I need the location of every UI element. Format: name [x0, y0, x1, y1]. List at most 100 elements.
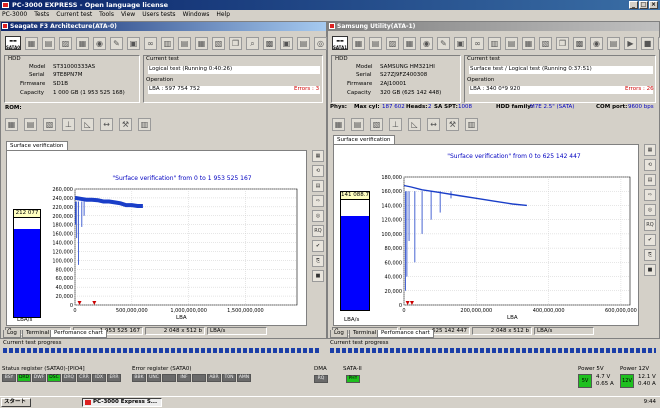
- r-param-icon[interactable]: ▧: [539, 36, 552, 50]
- eye-icon[interactable]: ◎: [314, 36, 327, 50]
- map-icon[interactable]: ▦: [76, 36, 89, 50]
- grid-icon[interactable]: ▦: [195, 36, 208, 50]
- menu-item-6[interactable]: Windows: [183, 10, 210, 20]
- tab-log-right[interactable]: Log: [330, 330, 348, 338]
- close-button[interactable]: ×: [649, 1, 658, 9]
- start-test-icon[interactable]: ▦: [25, 36, 38, 50]
- r-side-x-icon[interactable]: ⎘: [644, 249, 656, 261]
- r-side-start-icon[interactable]: ▦: [644, 144, 656, 156]
- menu-item-5[interactable]: Users tests: [142, 10, 175, 20]
- r-chart-bars-icon[interactable]: ⊥: [389, 117, 402, 131]
- tab-perfchart-left[interactable]: Perfomance chart: [50, 330, 107, 338]
- r-map-icon[interactable]: ▦: [403, 36, 416, 50]
- param-icon[interactable]: ▧: [212, 36, 225, 50]
- r-side-reset-icon[interactable]: ⟲: [644, 159, 656, 171]
- menu-item-7[interactable]: Help: [216, 10, 230, 20]
- r-stop-icon[interactable]: ■: [641, 36, 654, 50]
- hdd-group-label-right: HDD: [335, 56, 348, 62]
- range-icon[interactable]: ↔: [100, 117, 113, 131]
- disk-icon[interactable]: ◉: [93, 36, 106, 50]
- tab-terminal-left[interactable]: Terminal: [22, 330, 54, 338]
- r-disk2-icon[interactable]: ◉: [590, 36, 603, 50]
- side-rq-icon[interactable]: RQ: [312, 225, 324, 237]
- r-start-icon[interactable]: ▦: [352, 36, 365, 50]
- surface-map-icon[interactable]: ▦: [5, 117, 18, 131]
- maximize-button[interactable]: □: [639, 1, 648, 9]
- power12-button[interactable]: 12V: [620, 374, 634, 388]
- r-copy-icon[interactable]: ❐: [556, 36, 569, 50]
- table-icon[interactable]: ▤: [178, 36, 191, 50]
- side-stop-icon[interactable]: ■: [312, 270, 324, 282]
- taskbar-task[interactable]: PC-3000 Express S...: [82, 398, 162, 407]
- r-disk-icon[interactable]: ◉: [420, 36, 433, 50]
- side-arrow-icon[interactable]: ⇨: [312, 195, 324, 207]
- r-side-ok-icon[interactable]: ✔: [644, 234, 656, 246]
- r-tools-icon[interactable]: ⚒: [446, 117, 459, 131]
- tool-icon[interactable]: ✎: [110, 36, 123, 50]
- r-table-icon[interactable]: ▤: [505, 36, 518, 50]
- tools-icon[interactable]: ⚒: [119, 117, 132, 131]
- menu-item-0[interactable]: PC-3000: [2, 10, 27, 20]
- r-cpu-icon[interactable]: ▩: [573, 36, 586, 50]
- r-surface-save-icon[interactable]: ▤: [351, 117, 364, 131]
- r-tool-icon[interactable]: ✎: [437, 36, 450, 50]
- r-chart-slope-icon[interactable]: ◺: [408, 117, 421, 131]
- sata-port-icon[interactable]: ▬▬ SATA0: [5, 36, 21, 50]
- stack-icon[interactable]: ▤: [297, 36, 310, 50]
- chart-bars-icon[interactable]: ⊥: [62, 117, 75, 131]
- right-panel-title[interactable]: Samsung Utility(ATA-1): [328, 22, 659, 31]
- info-icon[interactable]: ▨: [59, 36, 72, 50]
- config-icon[interactable]: ▥: [161, 36, 174, 50]
- r-layers-icon[interactable]: ▤: [607, 36, 620, 50]
- side-eye-icon[interactable]: ◎: [312, 210, 324, 222]
- chip-icon[interactable]: ▩: [263, 36, 276, 50]
- left-panel-title[interactable]: Seagate F3 Architecture(ATA-0): [1, 22, 326, 31]
- binoc-icon[interactable]: ∞: [144, 36, 157, 50]
- r-print-icon[interactable]: ▣: [454, 36, 467, 50]
- led-blank-2: [162, 374, 176, 382]
- r-surface-info-icon[interactable]: ▧: [370, 117, 383, 131]
- r-side-eye-icon[interactable]: ◎: [644, 204, 656, 216]
- r-play-icon[interactable]: ▶: [624, 36, 637, 50]
- r-surface-map-icon[interactable]: ▦: [332, 117, 345, 131]
- print-icon[interactable]: ▣: [127, 36, 140, 50]
- tab-surface-verification-right[interactable]: Surface verification: [333, 135, 395, 144]
- side-ok-icon[interactable]: ✔: [312, 240, 324, 252]
- side-reset-icon[interactable]: ⟲: [312, 165, 324, 177]
- save-icon[interactable]: ▤: [42, 36, 55, 50]
- r-binoc-icon[interactable]: ∞: [471, 36, 484, 50]
- menu-item-3[interactable]: Tools: [99, 10, 114, 20]
- r-side-rq-icon[interactable]: RQ: [644, 219, 656, 231]
- search-icon[interactable]: ⌕: [246, 36, 259, 50]
- copy-icon[interactable]: ❐: [229, 36, 242, 50]
- tab-surface-verification[interactable]: Surface verification: [6, 141, 68, 150]
- start-button[interactable]: スタート: [1, 398, 31, 407]
- r-graph-icon[interactable]: ▥: [465, 117, 478, 131]
- tab-perfchart-right[interactable]: Perfomance chart: [377, 330, 434, 338]
- chart-slope-icon[interactable]: ◺: [81, 117, 94, 131]
- side-start-icon[interactable]: ▦: [312, 150, 324, 162]
- side-doc-icon[interactable]: ▤: [312, 180, 324, 192]
- menu-item-2[interactable]: Current test: [56, 10, 92, 20]
- power5-button[interactable]: 5V: [578, 374, 592, 388]
- menu-item-4[interactable]: View: [121, 10, 135, 20]
- surface-save-icon[interactable]: ▤: [24, 117, 37, 131]
- firmware-icon[interactable]: ▣: [280, 36, 293, 50]
- menu-item-1[interactable]: Tests: [34, 10, 49, 20]
- minimize-button[interactable]: _: [629, 1, 638, 9]
- sata-port-icon-right[interactable]: ▬▬ SATA1: [332, 36, 348, 50]
- r-save-icon[interactable]: ▤: [369, 36, 382, 50]
- app-title-bar[interactable]: PC-3000 EXPRESS - Open language license …: [0, 0, 660, 10]
- r-config-icon[interactable]: ▥: [488, 36, 501, 50]
- graph-icon[interactable]: ▥: [138, 117, 151, 131]
- r-side-stop-icon[interactable]: ■: [644, 264, 656, 276]
- r-side-arrow-icon[interactable]: ⇨: [644, 189, 656, 201]
- side-x-icon[interactable]: ⎘: [312, 255, 324, 267]
- surface-info-icon[interactable]: ▧: [43, 117, 56, 131]
- r-range-icon[interactable]: ↔: [427, 117, 440, 131]
- tab-log-left[interactable]: Log: [3, 330, 21, 338]
- r-info-icon[interactable]: ▨: [386, 36, 399, 50]
- r-grid-icon[interactable]: ▦: [522, 36, 535, 50]
- tab-terminal-right[interactable]: Terminal: [349, 330, 381, 338]
- r-side-doc-icon[interactable]: ▤: [644, 174, 656, 186]
